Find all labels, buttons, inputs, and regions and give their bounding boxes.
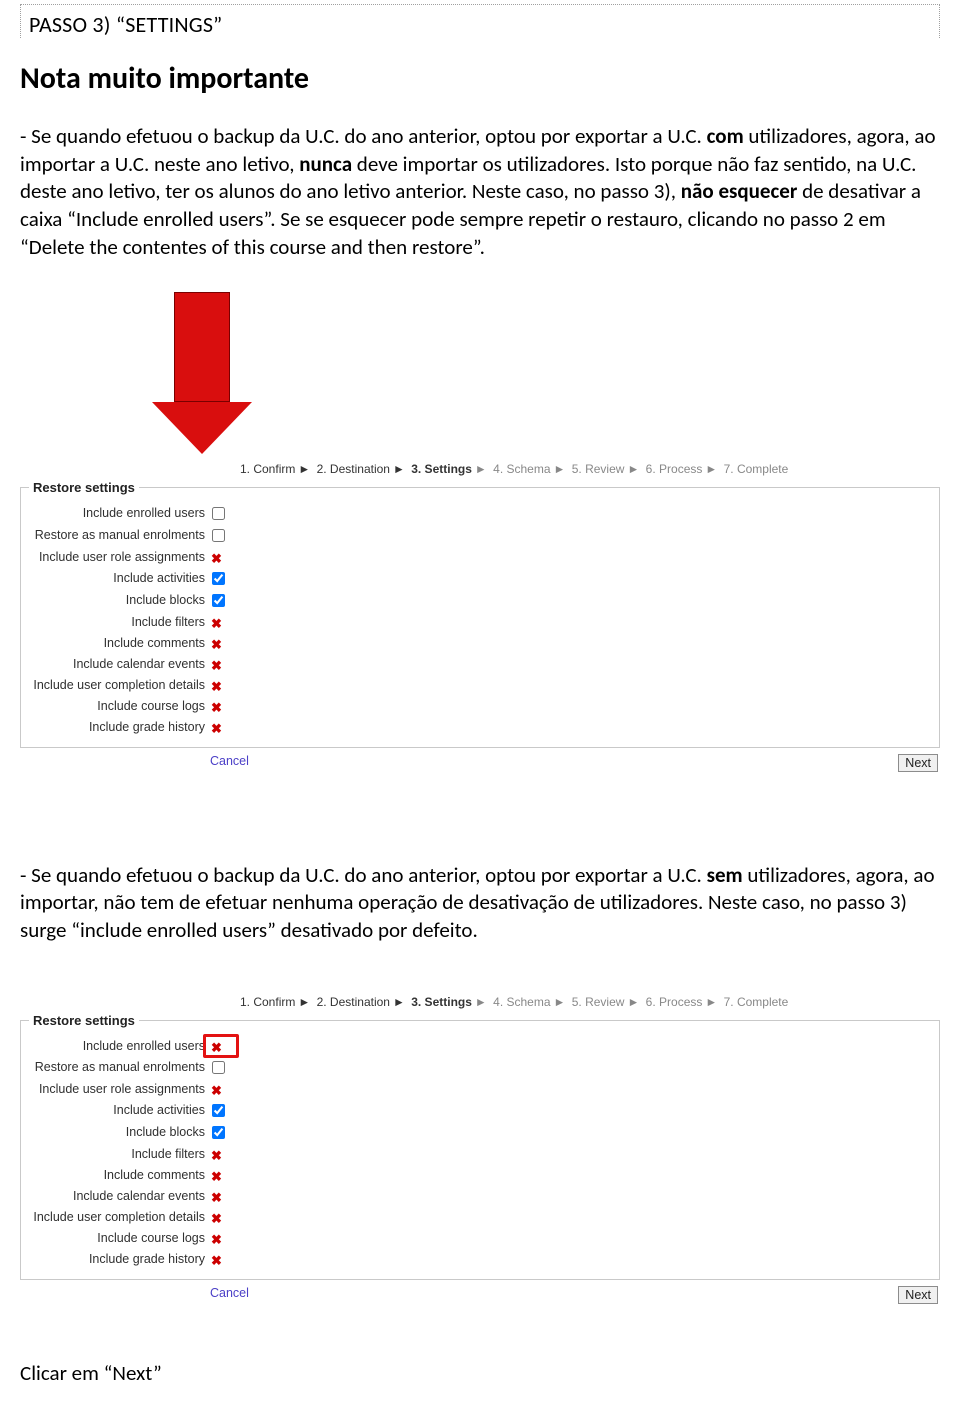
step-sep: ► (705, 995, 717, 1009)
label-logs: Include course logs (29, 699, 211, 714)
step-2: 2. Destination (317, 995, 390, 1009)
x-icon: ✖ (211, 721, 222, 736)
step-5: 5. Review (572, 995, 625, 1009)
x-icon: ✖ (211, 700, 222, 715)
label-manual: Restore as manual enrolments (29, 528, 211, 543)
x-icon: ✖ (211, 1083, 222, 1098)
checkbox-activities[interactable] (212, 1104, 225, 1117)
paragraph-1: - Se quando efetuou o backup da U.C. do … (20, 123, 940, 262)
step-sep: ► (627, 462, 639, 476)
x-icon: ✖ (211, 1148, 222, 1163)
step-5: 5. Review (572, 462, 625, 476)
wizard-steps-2: 1. Confirm► 2. Destination► 3. Settings►… (240, 995, 940, 1009)
label-enrolled: Include enrolled users (29, 1039, 211, 1054)
checkbox-activities[interactable] (212, 572, 225, 585)
checkbox-manual[interactable] (212, 529, 225, 542)
checkbox-enrolled[interactable] (212, 507, 225, 520)
paragraph-2: - Se quando efetuou o backup da U.C. do … (20, 862, 940, 945)
checkbox-blocks[interactable] (212, 1126, 225, 1139)
step-sep: ► (298, 995, 310, 1009)
next-button[interactable]: Next (898, 1286, 938, 1304)
label-logs: Include course logs (29, 1231, 211, 1246)
section-header: PASSO 3) “SETTINGS” (20, 4, 940, 38)
label-grade: Include grade history (29, 1252, 211, 1267)
checkbox-blocks[interactable] (212, 594, 225, 607)
callout-arrow (20, 292, 940, 462)
step-sep: ► (627, 995, 639, 1009)
next-button[interactable]: Next (898, 754, 938, 772)
x-icon: ✖ (211, 616, 222, 631)
label-role: Include user role assignments (29, 550, 211, 565)
step-3-current: 3. Settings (411, 462, 472, 476)
x-icon: ✖ (211, 1169, 222, 1184)
step-4: 4. Schema (493, 462, 550, 476)
label-completion: Include user completion details (29, 1210, 211, 1225)
note-title: Nota muito importante (20, 60, 940, 97)
x-icon: ✖ (211, 1253, 222, 1268)
step-sep: ► (298, 462, 310, 476)
label-completion: Include user completion details (29, 678, 211, 693)
x-icon: ✖ (211, 1190, 222, 1205)
step-sep: ► (554, 995, 566, 1009)
final-instruction: Clicar em “Next” (20, 1360, 940, 1386)
label-comments: Include comments (29, 1168, 211, 1183)
step-1: 1. Confirm (240, 995, 295, 1009)
x-icon: ✖ (211, 551, 222, 566)
step-sep: ► (554, 462, 566, 476)
label-role: Include user role assignments (29, 1082, 211, 1097)
label-enrolled: Include enrolled users (29, 506, 211, 521)
step-sep: ► (705, 462, 717, 476)
label-filters: Include filters (29, 615, 211, 630)
restore-settings-fieldset-1: Restore settings Include enrolled users … (20, 480, 940, 748)
x-icon: ✖ (211, 637, 222, 652)
x-icon: ✖ (211, 1232, 222, 1247)
step-sep: ► (393, 462, 405, 476)
fieldset-legend: Restore settings (29, 480, 139, 495)
fieldset-legend: Restore settings (29, 1013, 139, 1028)
wizard-steps-1: 1. Confirm► 2. Destination► 3. Settings►… (240, 462, 940, 476)
label-blocks: Include blocks (29, 1125, 211, 1140)
step-1: 1. Confirm (240, 462, 295, 476)
p1-b3: não esquecer (681, 178, 798, 204)
p1-t1: - Se quando efetuou o backup da U.C. do … (20, 123, 707, 149)
label-calendar: Include calendar events (29, 1189, 211, 1204)
step-3-current: 3. Settings (411, 995, 472, 1009)
label-filters: Include filters (29, 1147, 211, 1162)
step-sep: ► (475, 995, 487, 1009)
step-sep: ► (393, 995, 405, 1009)
label-comments: Include comments (29, 636, 211, 651)
step-7: 7. Complete (724, 462, 789, 476)
step-6: 6. Process (646, 995, 703, 1009)
checkbox-manual[interactable] (212, 1061, 225, 1074)
p2-b1: sem (707, 862, 743, 888)
label-manual: Restore as manual enrolments (29, 1060, 211, 1075)
step-sep: ► (475, 462, 487, 476)
step-4: 4. Schema (493, 995, 550, 1009)
x-icon: ✖ (211, 1040, 222, 1055)
label-grade: Include grade history (29, 720, 211, 735)
p1-b1: com (707, 123, 744, 149)
label-activities: Include activities (29, 1103, 211, 1118)
step-7: 7. Complete (724, 995, 789, 1009)
x-icon: ✖ (211, 1211, 222, 1226)
p2-t1: - Se quando efetuou o backup da U.C. do … (20, 862, 707, 888)
step-6: 6. Process (646, 462, 703, 476)
cancel-button[interactable]: Cancel (210, 754, 249, 772)
label-blocks: Include blocks (29, 593, 211, 608)
label-calendar: Include calendar events (29, 657, 211, 672)
step-2: 2. Destination (317, 462, 390, 476)
p1-b2: nunca (299, 151, 352, 177)
restore-settings-fieldset-2: Restore settings Include enrolled users✖… (20, 1013, 940, 1280)
cancel-button[interactable]: Cancel (210, 1286, 249, 1304)
x-icon: ✖ (211, 658, 222, 673)
x-icon: ✖ (211, 679, 222, 694)
label-activities: Include activities (29, 571, 211, 586)
